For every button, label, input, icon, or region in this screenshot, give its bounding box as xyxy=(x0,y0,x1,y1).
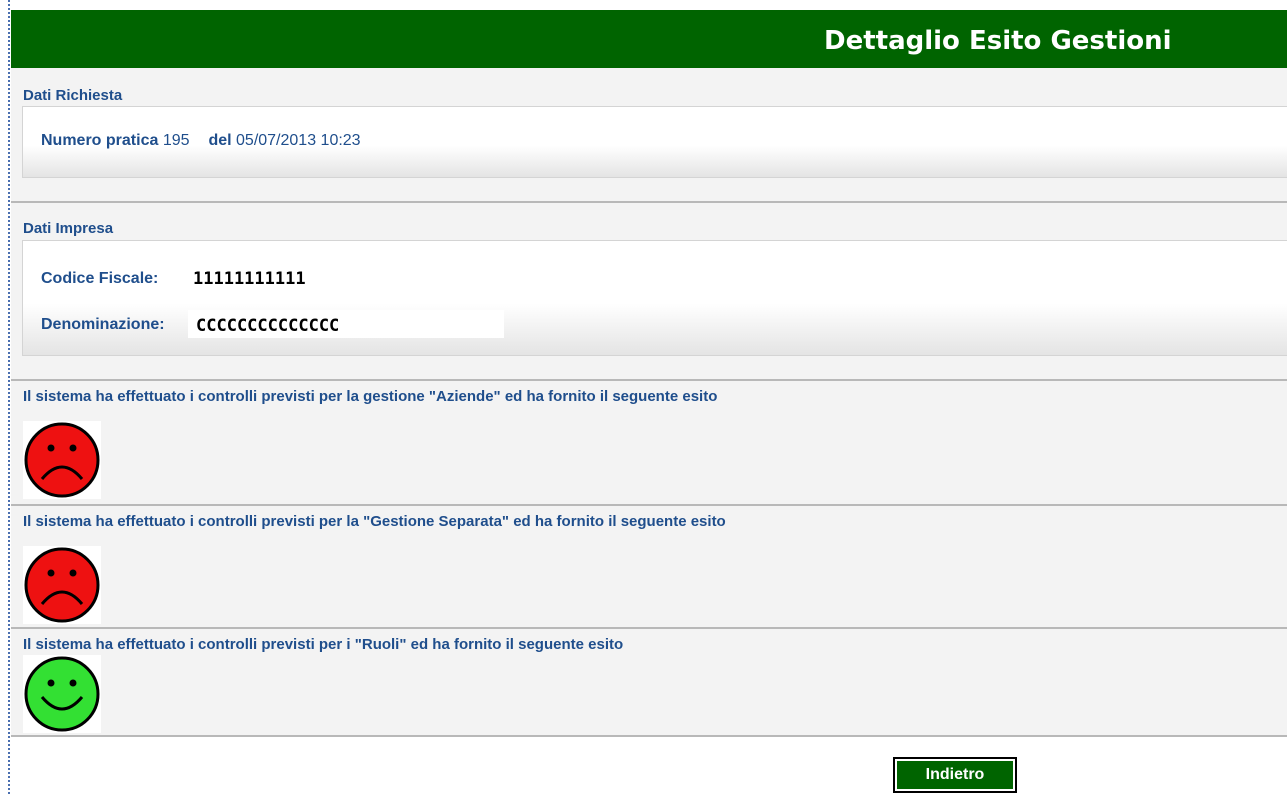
dati-richiesta-section: Dati Richiesta Numero pratica 195 del 05… xyxy=(11,68,1287,201)
dati-richiesta-panel: Numero pratica 195 del 05/07/2013 10:23 xyxy=(22,106,1287,178)
divider xyxy=(11,735,1287,737)
del-label: del xyxy=(208,132,232,149)
dati-richiesta-title: Dati Richiesta xyxy=(23,87,123,104)
del-value: 05/07/2013 10:23 xyxy=(236,132,361,149)
codice-fiscale-value: 11111111111 xyxy=(193,269,306,289)
esito-aziende-section: Il sistema ha effettuato i controlli pre… xyxy=(11,381,1287,504)
sad-face-icon xyxy=(23,546,101,624)
happy-face-icon xyxy=(23,655,101,733)
dati-impresa-panel: Codice Fiscale: 11111111111 Denominazion… xyxy=(22,240,1287,356)
dati-impresa-section: Dati Impresa Codice Fiscale: 11111111111… xyxy=(11,203,1287,379)
denominazione-field: CCCCCCCCCCCCCC xyxy=(188,310,504,338)
sad-face-icon xyxy=(23,421,101,499)
back-button[interactable]: Indietro xyxy=(893,757,1017,793)
denominazione-label: Denominazione: xyxy=(41,316,165,333)
numero-pratica-value: 195 xyxy=(162,132,190,149)
esito-ruoli-section: Il sistema ha effettuato i controlli pre… xyxy=(11,629,1287,735)
page-title: Dettaglio Esito Gestioni xyxy=(824,26,1172,56)
left-border xyxy=(8,0,10,794)
page-header: Dettaglio Esito Gestioni xyxy=(11,10,1287,68)
esito-gestione-separata-message: Il sistema ha effettuato i controlli pre… xyxy=(23,513,726,530)
esito-aziende-message: Il sistema ha effettuato i controlli pre… xyxy=(23,388,718,405)
page: Dettaglio Esito Gestioni Dati Richiesta … xyxy=(0,0,1287,794)
dati-impresa-title: Dati Impresa xyxy=(23,220,114,237)
esito-ruoli-message: Il sistema ha effettuato i controlli pre… xyxy=(23,636,624,653)
esito-gestione-separata-section: Il sistema ha effettuato i controlli pre… xyxy=(11,506,1287,627)
back-button-label[interactable]: Indietro xyxy=(897,761,1013,789)
numero-pratica-label: Numero pratica xyxy=(41,132,159,149)
denominazione-value: CCCCCCCCCCCCCC xyxy=(196,316,340,336)
codice-fiscale-label: Codice Fiscale: xyxy=(41,270,159,287)
numero-pratica-row: Numero pratica 195 del 05/07/2013 10:23 xyxy=(41,132,361,150)
